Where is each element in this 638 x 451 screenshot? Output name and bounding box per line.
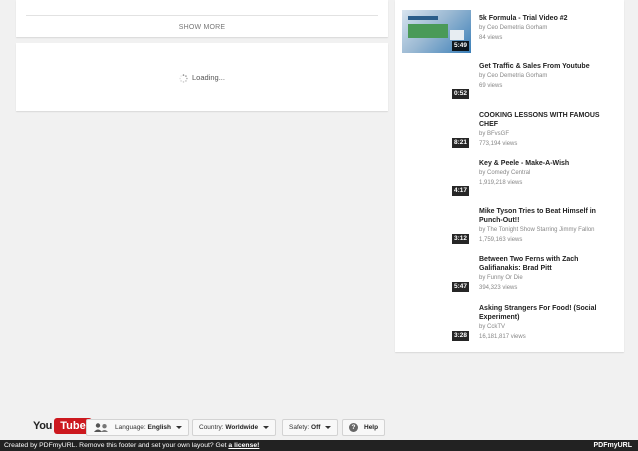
- video-channel: by BFvsGF: [479, 131, 510, 137]
- video-duration: 5:47: [451, 282, 469, 292]
- video-title[interactable]: Get Traffic & Sales From Youtube: [479, 62, 615, 71]
- safety-prefix: Safety:: [289, 424, 310, 431]
- video-info: COOKING LESSONS WITH FAMOUS CHEF by BFvsG…: [479, 111, 615, 149]
- video-title[interactable]: COOKING LESSONS WITH FAMOUS CHEF: [479, 111, 615, 129]
- country-value: Worldwide: [225, 424, 259, 431]
- related-videos-panel: 5:49 5k Formula - Trial Video #2 by Ceo De…: [395, 0, 624, 352]
- spinner-icon: [179, 73, 188, 83]
- language-prefix: Language:: [115, 424, 146, 431]
- video-channel: by The Tonight Show Starring Jimmy Fallo…: [479, 227, 595, 233]
- thumbnail-container[interactable]: 3:28: [402, 300, 471, 343]
- country-prefix: Country:: [199, 424, 224, 431]
- chevron-down-icon: [176, 425, 183, 429]
- video-views: 69 views: [479, 83, 503, 89]
- video-title[interactable]: Between Two Ferns with Zach Galifianakis…: [479, 255, 615, 273]
- site-footer: You Tube Language: English Country: Worl…: [16, 417, 622, 439]
- thumbnail-container[interactable]: 5:49: [402, 10, 471, 53]
- loading-indicator: Loading...: [16, 73, 388, 83]
- pdf-footer-message: Created by PDFmyURL. Remove this footer …: [4, 440, 259, 451]
- video-views: 1,759,163 views: [479, 237, 523, 243]
- video-duration: 8:21: [451, 138, 469, 148]
- thumbnail-container[interactable]: 0:52: [402, 58, 471, 101]
- video-title[interactable]: Mike Tyson Tries to Beat Himself in Punc…: [479, 207, 615, 225]
- video-channel: by Ceo Demetria Gorham: [479, 25, 548, 31]
- video-info: Asking Strangers For Food! (Social Exper…: [479, 304, 615, 342]
- safety-value: Off: [311, 424, 321, 431]
- loading-label: Loading...: [192, 73, 225, 82]
- video-info: Mike Tyson Tries to Beat Himself in Punc…: [479, 207, 615, 245]
- video-channel: by CckTV: [479, 324, 506, 330]
- video-duration: 0:52: [451, 89, 469, 99]
- pdf-footer-text: Created by PDFmyURL. Remove this footer …: [4, 442, 227, 449]
- video-title[interactable]: 5k Formula - Trial Video #2: [479, 14, 615, 23]
- video-duration: 3:12: [451, 234, 469, 244]
- chevron-down-icon: [325, 425, 332, 429]
- video-channel: by Comedy Central: [479, 170, 531, 176]
- video-views: 394,323 views: [479, 285, 518, 291]
- chevron-down-icon: [263, 425, 270, 429]
- video-title[interactable]: Asking Strangers For Food! (Social Exper…: [479, 304, 615, 322]
- thumbnail-container[interactable]: 4:17: [402, 155, 471, 198]
- license-link[interactable]: a license!: [228, 442, 259, 449]
- logo-you-text: You: [33, 420, 53, 432]
- help-icon: ?: [349, 422, 358, 432]
- video-views: 84 views: [479, 35, 503, 41]
- video-duration: 5:49: [451, 41, 469, 51]
- divider: [26, 15, 378, 16]
- help-label: Help: [364, 424, 379, 431]
- video-info: 5k Formula - Trial Video #2 by Ceo Demetr…: [479, 14, 615, 43]
- video-channel: by Ceo Demetria Gorham: [479, 73, 548, 79]
- show-more-panel: SHOW MORE: [16, 0, 388, 37]
- comments-panel: Loading...: [16, 43, 388, 111]
- language-users-icon: [94, 423, 108, 432]
- video-info: Get Traffic & Sales From Youtube by Ceo D…: [479, 62, 615, 91]
- video-views: 773,194 views: [479, 141, 518, 147]
- video-duration: 3:28: [451, 331, 469, 341]
- thumbnail-container[interactable]: 3:12: [402, 203, 471, 246]
- language-picker-button[interactable]: Language: English: [86, 419, 190, 436]
- show-more-button[interactable]: SHOW MORE: [16, 24, 388, 31]
- video-title[interactable]: Key & Peele - Make-A-Wish: [479, 159, 615, 168]
- video-views: 1,919,218 views: [479, 180, 523, 186]
- pdfmyurl-logo: PDFmyURL: [593, 442, 632, 449]
- video-info: Key & Peele - Make-A-Wish by Comedy Centr…: [479, 159, 615, 188]
- safety-mode-button[interactable]: Safety: Off: [282, 419, 339, 436]
- thumbnail-container[interactable]: 8:21: [402, 107, 471, 150]
- thumbnail-container[interactable]: 5:47: [402, 251, 471, 294]
- video-channel: by Funny Or Die: [479, 275, 523, 281]
- video-info: Between Two Ferns with Zach Galifianakis…: [479, 255, 615, 293]
- language-value: English: [147, 424, 172, 431]
- help-button[interactable]: ? Help: [342, 419, 386, 436]
- youtube-logo[interactable]: You Tube: [33, 417, 92, 435]
- video-views: 16,181,817 views: [479, 334, 526, 340]
- pdf-footer-bar: Created by PDFmyURL. Remove this footer …: [0, 440, 638, 451]
- country-picker-button[interactable]: Country: Worldwide: [192, 419, 277, 436]
- video-duration: 4:17: [451, 186, 469, 196]
